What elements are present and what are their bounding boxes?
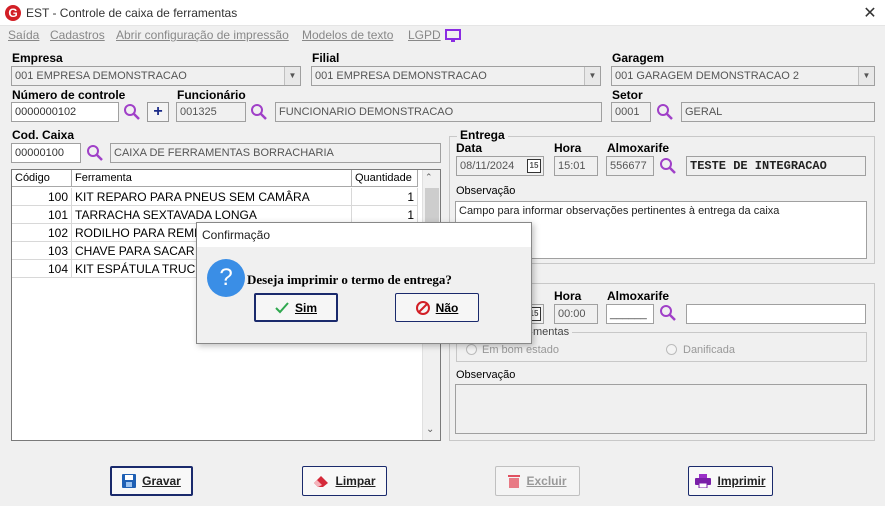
devolucao-almox-label: Almoxarife <box>607 289 670 303</box>
cod-caixa-label: Cod. Caixa <box>12 128 75 142</box>
entrega-title: Entrega <box>457 128 508 142</box>
printer-icon <box>695 474 712 488</box>
search-icon[interactable] <box>656 103 674 121</box>
garagem-label: Garagem <box>612 51 665 65</box>
entrega-data-input[interactable]: 08/11/2024 15 <box>456 156 544 176</box>
empresa-value: 001 EMPRESA DEMONSTRACAO <box>15 70 187 82</box>
funcionario-label: Funcionário <box>177 88 246 102</box>
setor-label: Setor <box>612 88 643 102</box>
grid-cell-ferramenta[interactable]: KIT REPARO PARA PNEUS SEM CAMÂRA <box>72 188 352 206</box>
gravar-label: Gravar <box>142 474 181 488</box>
grid-header-codigo[interactable]: Código <box>12 170 72 187</box>
devolucao-obs-label: Observação <box>456 369 516 381</box>
menu-saida[interactable]: Saída <box>8 28 39 42</box>
cod-caixa-input[interactable]: 00000100 <box>11 143 81 163</box>
add-button[interactable]: + <box>147 102 169 122</box>
search-icon[interactable] <box>659 304 677 322</box>
title-bar: G EST - Controle de caixa de ferramentas… <box>0 0 885 26</box>
menu-config-impressao[interactable]: Abrir configuração de impressão <box>116 28 289 42</box>
sim-label: Sim <box>294 300 317 315</box>
dialog-title: Confirmação <box>197 223 531 247</box>
entrega-almox-code-input[interactable]: 556677 <box>606 156 654 176</box>
limpar-label: Limpar <box>335 474 376 488</box>
search-icon[interactable] <box>659 157 677 175</box>
question-icon: ? <box>207 259 245 297</box>
excluir-label: Excluir <box>526 474 567 488</box>
numero-controle-input[interactable]: 0000000102 <box>11 102 119 122</box>
menu-modelos-texto[interactable]: Modelos de texto <box>302 28 393 42</box>
grid-header-quantidade[interactable]: Quantidade <box>352 170 418 187</box>
radio-danificada-label: Danificada <box>683 344 735 356</box>
search-icon[interactable] <box>123 103 141 121</box>
radio-bom-estado[interactable] <box>466 344 477 355</box>
setor-code-input[interactable]: 0001 <box>611 102 651 122</box>
funcionario-name-field: FUNCIONARIO DEMONSTRACAO <box>275 102 602 122</box>
entrega-almox-name-field: TESTE DE INTEGRACAO <box>686 156 866 176</box>
chevron-down-icon[interactable]: ▼ <box>858 67 874 85</box>
entrega-hora-label: Hora <box>554 141 582 155</box>
search-icon[interactable] <box>250 103 268 121</box>
grid-header-ferramenta[interactable]: Ferramenta <box>72 170 352 187</box>
window-title: EST - Controle de caixa de ferramentas <box>26 6 238 20</box>
search-icon[interactable] <box>86 144 104 162</box>
radio-danificada[interactable] <box>666 344 677 355</box>
entrega-obs-label: Observação <box>456 185 516 197</box>
funcionario-code-input[interactable]: 001325 <box>176 102 246 122</box>
nao-label: Não <box>435 300 459 315</box>
numero-controle-label: Número de controle <box>12 88 126 102</box>
monitor-icon[interactable] <box>445 29 461 43</box>
close-icon[interactable]: ✕ <box>860 3 880 23</box>
imprimir-button[interactable]: Imprimir <box>688 466 773 496</box>
confirmation-dialog: Confirmação ? Deseja imprimir o termo de… <box>196 222 532 344</box>
limpar-button[interactable]: Limpar <box>302 466 387 496</box>
estado-title: mentas <box>533 326 573 338</box>
empresa-select[interactable]: 001 EMPRESA DEMONSTRACAO ▼ <box>11 66 301 86</box>
grid-cell-quantidade[interactable]: 1 <box>352 188 418 206</box>
imprimir-label: Imprimir <box>717 474 766 488</box>
entrega-data-label: Data <box>456 141 483 155</box>
check-icon <box>275 301 289 313</box>
empresa-label: Empresa <box>12 51 63 65</box>
eraser-icon <box>314 476 329 487</box>
entrega-almox-label: Almoxarife <box>607 141 670 155</box>
cod-caixa-name-field: CAIXA DE FERRAMENTAS BORRACHARIA <box>110 143 441 163</box>
filial-value: 001 EMPRESA DEMONSTRACAO <box>315 70 487 82</box>
sim-button[interactable]: Sim <box>254 293 338 322</box>
entrega-hora-input[interactable]: 15:01 <box>554 156 598 176</box>
devolucao-almox-name-field <box>686 304 866 324</box>
trash-icon <box>508 475 521 488</box>
chevron-up-icon[interactable]: ⌃ <box>425 172 433 183</box>
menu-lgpd[interactable]: LGPD <box>408 28 441 42</box>
menu-cadastros[interactable]: Cadastros <box>50 28 105 42</box>
devolucao-hora-label: Hora <box>554 289 582 303</box>
app-logo-icon: G <box>5 5 21 21</box>
filial-select[interactable]: 001 EMPRESA DEMONSTRACAO ▼ <box>311 66 601 86</box>
chevron-down-icon[interactable]: ▼ <box>284 67 300 85</box>
menu-bar: Saída Cadastros Abrir configuração de im… <box>0 26 885 46</box>
gravar-button[interactable]: Gravar <box>110 466 193 496</box>
grid-cell-codigo[interactable]: 104 <box>12 260 72 278</box>
calendar-icon[interactable]: 15 <box>527 159 541 173</box>
excluir-button[interactable]: Excluir <box>495 466 580 496</box>
grid-cell-codigo[interactable]: 101 <box>12 206 72 224</box>
grid-cell-codigo[interactable]: 100 <box>12 188 72 206</box>
garagem-select[interactable]: 001 GARAGEM DEMONSTRACAO 2 ▼ <box>611 66 875 86</box>
radio-bom-estado-label: Em bom estado <box>482 344 560 356</box>
cancel-icon <box>415 300 430 315</box>
save-icon <box>122 474 137 488</box>
chevron-down-icon[interactable]: ⌄ <box>426 424 434 435</box>
entrega-data-value: 08/11/2024 <box>460 160 515 172</box>
setor-name-field: GERAL <box>681 102 875 122</box>
devolucao-obs-textarea[interactable] <box>455 384 867 434</box>
dialog-message: Deseja imprimir o termo de entrega? <box>247 272 452 287</box>
garagem-value: 001 GARAGEM DEMONSTRACAO 2 <box>615 70 799 82</box>
nao-button[interactable]: Não <box>395 293 479 322</box>
filial-label: Filial <box>312 51 340 65</box>
devolucao-hora-input[interactable]: 00:00 <box>554 304 598 324</box>
grid-cell-codigo[interactable]: 102 <box>12 224 72 242</box>
grid-cell-codigo[interactable]: 103 <box>12 242 72 260</box>
chevron-down-icon[interactable]: ▼ <box>584 67 600 85</box>
devolucao-almox-code-input[interactable]: ______ <box>606 304 654 324</box>
